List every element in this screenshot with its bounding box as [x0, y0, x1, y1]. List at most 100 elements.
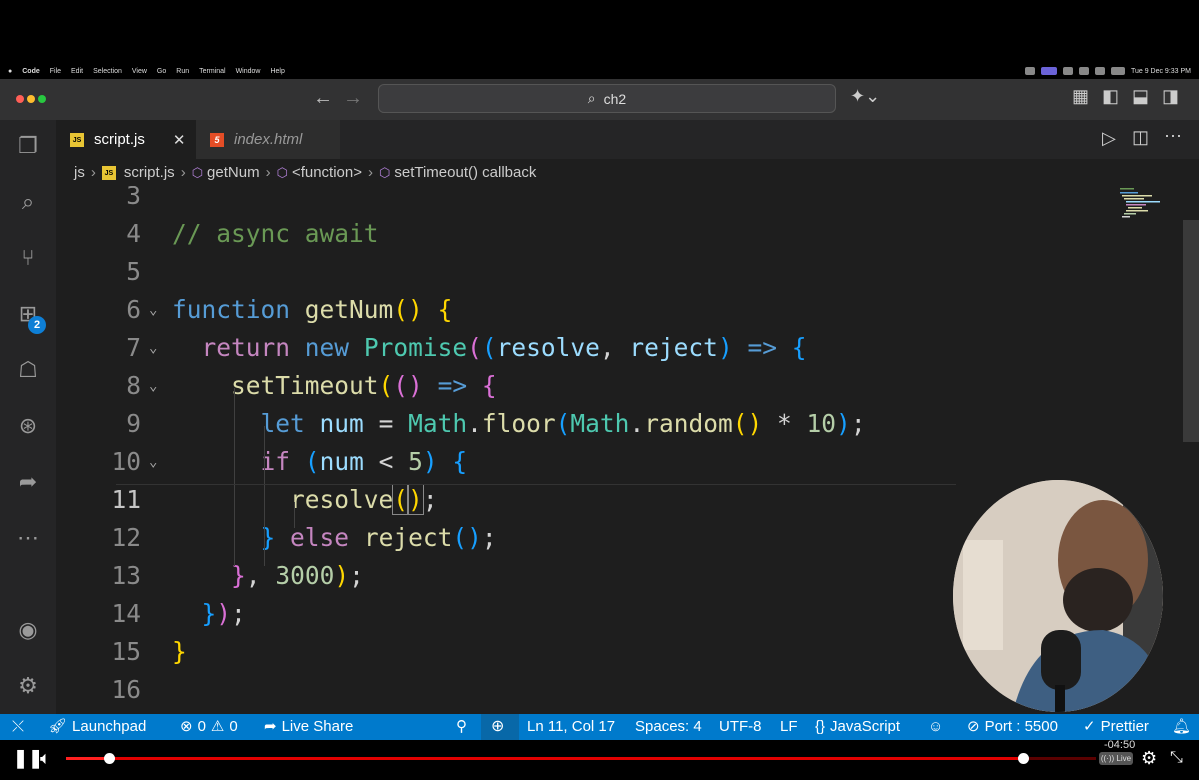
chevron-down-icon[interactable]: ⌄	[149, 443, 157, 481]
menu-terminal[interactable]: Terminal	[199, 68, 225, 75]
settings-gear-icon[interactable]: ⚙	[14, 672, 42, 700]
error-count: 0	[197, 718, 206, 735]
pause-icon[interactable]: ❚❚	[13, 748, 43, 769]
code-line[interactable]: 10 ⌄ if (num < 5) {	[56, 443, 1199, 481]
system-tray: Tue 9 Dec 9:33 PM	[1024, 64, 1191, 78]
toggle-secondary-sidebar-icon[interactable]: ◨	[1162, 86, 1179, 107]
more-actions-icon[interactable]: ⋯	[1164, 126, 1182, 147]
webcam-overlay	[953, 480, 1163, 712]
tab-label: script.js	[94, 131, 145, 148]
tab-script-js[interactable]: JS script.js ✕	[56, 120, 196, 159]
breadcrumb-symbol[interactable]: setTimeout() callback	[394, 164, 536, 181]
code-line[interactable]: 6 ⌄ function getNum() {	[56, 291, 1199, 329]
forward-arrow-icon[interactable]: →	[343, 87, 363, 110]
wifi-icon[interactable]	[1094, 67, 1105, 75]
tray-icon[interactable]	[1062, 67, 1073, 75]
cursor-position[interactable]: Ln 11, Col 17	[527, 714, 615, 740]
zoom-window-button[interactable]	[38, 95, 46, 103]
tray-icon[interactable]	[1078, 67, 1089, 75]
problems-item[interactable]: ⊗ 0 ⚠ 0	[180, 714, 238, 740]
explorer-icon[interactable]: ❐	[14, 132, 42, 160]
chevron-down-icon[interactable]: ⌄	[149, 367, 157, 405]
menu-run[interactable]: Run	[176, 68, 189, 75]
notifications-bell-icon[interactable]: 🔔︎	[1172, 714, 1191, 740]
volume-knob[interactable]	[104, 753, 115, 764]
code-line[interactable]: 4 // async await	[56, 215, 1199, 253]
prettier-item[interactable]: ✓ Prettier	[1083, 714, 1149, 740]
tray-icon[interactable]	[1040, 67, 1057, 75]
back-arrow-icon[interactable]: ←	[313, 87, 333, 110]
remote-icon[interactable]: ⤬	[12, 714, 24, 740]
encoding[interactable]: UTF-8	[719, 714, 762, 740]
breadcrumb-symbol[interactable]: <function>	[292, 164, 362, 181]
breadcrumb-symbol[interactable]: getNum	[207, 164, 260, 181]
live-share-icon[interactable]: ➦	[14, 468, 42, 496]
menu-selection[interactable]: Selection	[93, 68, 122, 75]
battery-icon[interactable]	[1110, 67, 1125, 75]
live-share-item[interactable]: ➦ Live Share	[264, 714, 353, 740]
settings-gear-icon[interactable]: ⚙	[1141, 748, 1157, 769]
indent-guide	[294, 502, 295, 528]
language-mode[interactable]: {} JavaScript	[815, 714, 900, 740]
apple-icon[interactable]: ●	[8, 68, 12, 75]
account-icon[interactable]: ◉	[14, 616, 42, 644]
chevron-down-icon[interactable]: ⌄	[149, 291, 157, 329]
tab-index-html[interactable]: 5 index.html	[196, 120, 340, 159]
end-of-line[interactable]: LF	[780, 714, 798, 740]
minimap[interactable]	[1118, 186, 1163, 226]
code-line[interactable]: 5	[56, 253, 1199, 291]
more-icon[interactable]: ⋯	[14, 524, 42, 552]
launchpad-item[interactable]: 🚀︎ Launchpad	[48, 714, 146, 740]
menu-window[interactable]: Window	[236, 68, 261, 75]
breadcrumb-folder[interactable]: js	[74, 164, 85, 181]
code-line[interactable]: 3	[56, 186, 1199, 215]
split-editor-icon[interactable]: ◫	[1132, 127, 1149, 148]
run-icon[interactable]: ▷	[1102, 128, 1116, 149]
code-text: // async await	[172, 219, 379, 248]
time-remaining: -04:50	[1104, 739, 1136, 751]
zoom-indicator[interactable]: ⊕	[481, 714, 519, 740]
chevron-right-icon: ›	[368, 164, 373, 181]
close-window-button[interactable]	[16, 95, 24, 103]
copilot-icon[interactable]: ☺	[928, 714, 943, 740]
menu-clock[interactable]: Tue 9 Dec 9:33 PM	[1131, 68, 1191, 75]
live-badge[interactable]: ((·)) Live	[1099, 752, 1133, 765]
indentation[interactable]: Spaces: 4	[635, 714, 702, 740]
pin-icon[interactable]: ⚲	[456, 714, 467, 740]
search-icon[interactable]: ⌕	[14, 188, 42, 216]
chat-icon[interactable]: ☖	[14, 356, 42, 384]
code-line[interactable]: 7 ⌄ return new Promise((resolve, reject) …	[56, 329, 1199, 367]
chevron-down-icon[interactable]: ⌄	[149, 329, 157, 367]
customize-layout-icon[interactable]: ▦	[1072, 86, 1089, 107]
menu-help[interactable]: Help	[270, 68, 284, 75]
menu-edit[interactable]: Edit	[71, 68, 83, 75]
vertical-scrollbar[interactable]	[1183, 220, 1199, 442]
seek-knob[interactable]	[1018, 753, 1029, 764]
tab-label: index.html	[234, 131, 303, 148]
close-tab-icon[interactable]: ✕	[173, 131, 186, 149]
code-text: function getNum() {	[172, 295, 453, 324]
source-control-icon[interactable]: ⑂	[14, 244, 42, 272]
copilot-chat-icon[interactable]: ✦⌄	[850, 86, 880, 107]
volume-icon[interactable]: 🔈︎	[40, 748, 51, 769]
menu-file[interactable]: File	[50, 68, 61, 75]
js-file-icon: JS	[101, 165, 116, 180]
toggle-panel-icon[interactable]: ⬓	[1132, 86, 1149, 107]
minimize-window-button[interactable]	[27, 95, 35, 103]
line-number: 10	[111, 447, 141, 476]
breadcrumb-file[interactable]: script.js	[124, 164, 175, 181]
menu-view[interactable]: View	[132, 68, 147, 75]
live-server-item[interactable]: ⊘ Port : 5500	[967, 714, 1058, 740]
command-center-search[interactable]: ⌕ ch2	[378, 84, 836, 113]
toggle-primary-sidebar-icon[interactable]: ◧	[1102, 86, 1119, 107]
exit-fullscreen-icon[interactable]: ⤡	[1170, 749, 1183, 767]
code-line[interactable]: 8 ⌄ setTimeout(() => {	[56, 367, 1199, 405]
tray-icon[interactable]	[1024, 67, 1035, 75]
chevron-right-icon: ›	[265, 164, 271, 181]
git-graph-icon[interactable]: ⊛	[14, 412, 42, 440]
menu-go[interactable]: Go	[157, 68, 166, 75]
search-icon: ⌕	[587, 90, 596, 106]
menu-app-name[interactable]: Code	[22, 68, 40, 75]
code-text: });	[201, 599, 246, 628]
code-line[interactable]: 9 let num = Math.floor(Math.random() * 1…	[56, 405, 1199, 443]
